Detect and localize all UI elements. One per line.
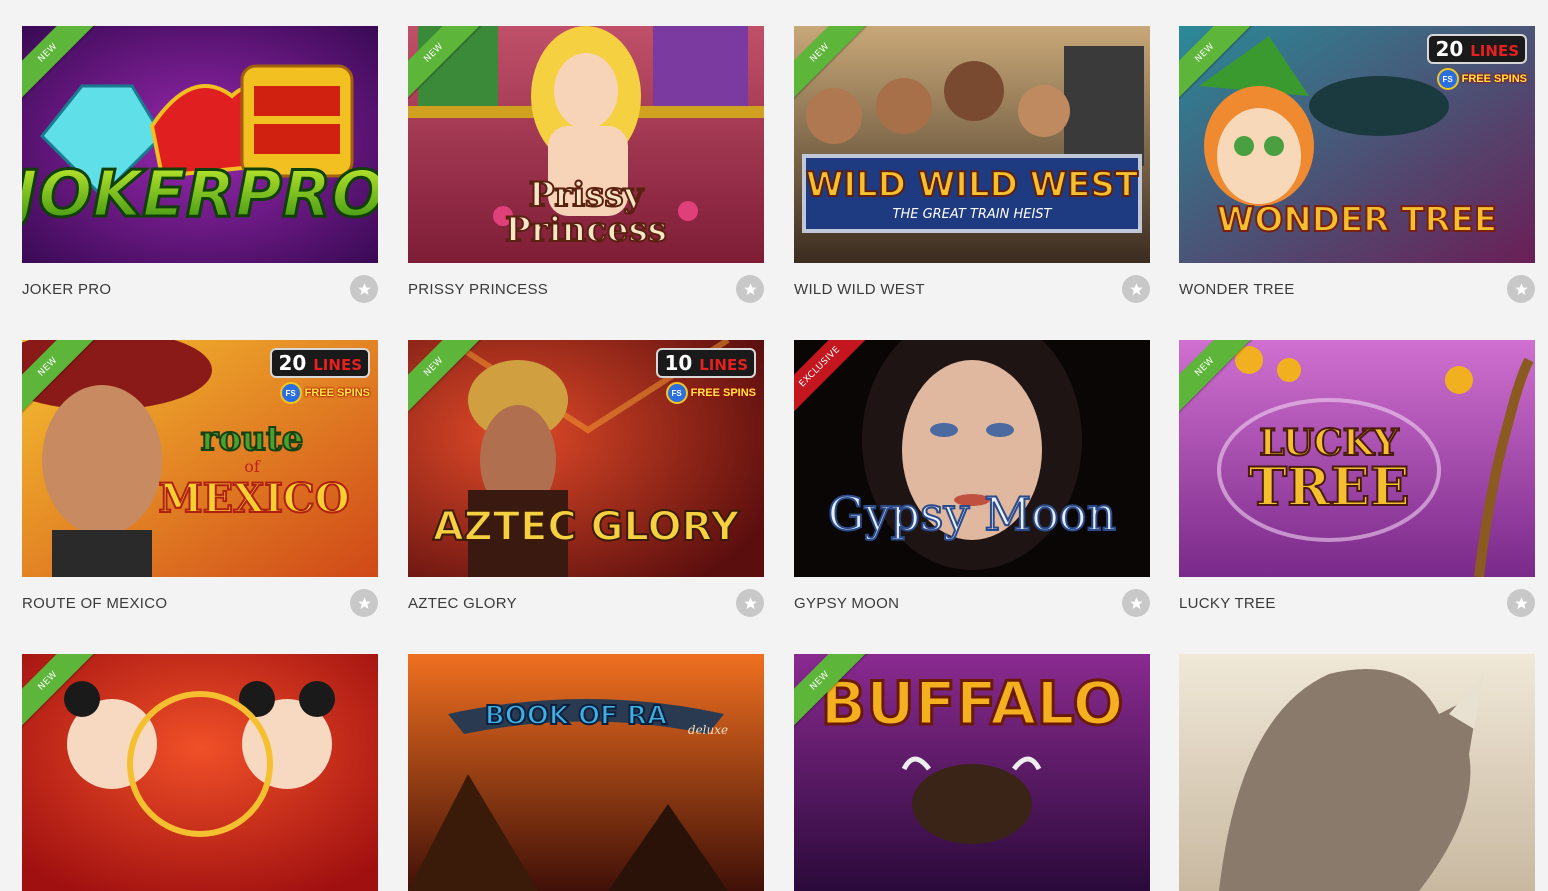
game-thumbnail[interactable] bbox=[1179, 654, 1535, 891]
svg-text:AZTEC GLORY: AZTEC GLORY bbox=[433, 504, 740, 550]
game-grid: JOKERPRO NEW JOKER PRO Prissy Princess N… bbox=[0, 0, 1548, 891]
game-title[interactable]: WONDER TREE bbox=[1179, 281, 1295, 298]
favorite-button[interactable] bbox=[1507, 589, 1535, 617]
game-title[interactable]: ROUTE OF MEXICO bbox=[22, 595, 167, 612]
game-title[interactable]: JOKER PRO bbox=[22, 281, 111, 298]
lucky-tree-art: LUCKY TREE bbox=[1179, 340, 1535, 577]
game-title[interactable]: GYPSY MOON bbox=[794, 595, 899, 612]
favorite-button[interactable] bbox=[1122, 589, 1150, 617]
favorite-button[interactable] bbox=[736, 589, 764, 617]
game-card-joker-pro[interactable]: JOKERPRO NEW JOKER PRO bbox=[22, 26, 378, 311]
game-thumbnail[interactable]: WONDER TREE 20 LINES FS FREE SPINS NEW bbox=[1179, 26, 1535, 263]
svg-text:Princess: Princess bbox=[505, 210, 667, 250]
game-card-wild-wild-west[interactable]: WILD WILD WEST THE GREAT TRAIN HEIST NEW… bbox=[794, 26, 1150, 311]
rhino-art bbox=[1179, 654, 1535, 891]
game-card-route-of-mexico[interactable]: route of MEXICO 20 LINES FS FREE SPINS NE… bbox=[22, 340, 378, 625]
game-title[interactable]: PRISSY PRINCESS bbox=[408, 281, 548, 298]
favorite-button[interactable] bbox=[1507, 275, 1535, 303]
game-title[interactable]: WILD WILD WEST bbox=[794, 281, 925, 298]
logo-text: JOKERPRO bbox=[22, 158, 378, 232]
svg-text:Prissy: Prissy bbox=[529, 175, 645, 215]
game-thumbnail[interactable]: JOKERPRO NEW bbox=[22, 26, 378, 263]
wild-wild-west-art: WILD WILD WEST THE GREAT TRAIN HEIST bbox=[794, 26, 1150, 263]
game-thumbnail[interactable]: Prissy Princess NEW bbox=[408, 26, 764, 263]
game-card-wonder-tree[interactable]: WONDER TREE 20 LINES FS FREE SPINS NEW WO… bbox=[1179, 26, 1535, 311]
book-of-ra-art: BOOK OF RA deluxe bbox=[408, 654, 764, 891]
game-title[interactable]: LUCKY TREE bbox=[1179, 595, 1276, 612]
game-thumbnail[interactable]: AZTEC GLORY 10 LINES FS FREE SPINS NEW bbox=[408, 340, 764, 577]
game-card-lucky-tree[interactable]: LUCKY TREE NEW LUCKY TREE bbox=[1179, 340, 1535, 625]
star-icon bbox=[357, 282, 371, 295]
gypsy-moon-art: Gypsy Moon bbox=[794, 340, 1150, 577]
svg-text:Gypsy Moon: Gypsy Moon bbox=[828, 487, 1117, 541]
game-title[interactable]: AZTEC GLORY bbox=[408, 595, 517, 612]
svg-text:MEXICO: MEXICO bbox=[158, 475, 349, 522]
svg-text:BUFFALO: BUFFALO bbox=[820, 669, 1123, 739]
svg-text:TREE: TREE bbox=[1248, 457, 1409, 518]
favorite-button[interactable] bbox=[1122, 275, 1150, 303]
game-card-rhino[interactable] bbox=[1179, 654, 1535, 891]
star-icon bbox=[357, 596, 371, 609]
star-icon bbox=[1514, 282, 1528, 295]
game-thumbnail[interactable]: BUFFALO NEW bbox=[794, 654, 1150, 891]
svg-text:deluxe: deluxe bbox=[688, 723, 728, 737]
star-icon bbox=[743, 596, 757, 609]
buffalo-art: BUFFALO bbox=[794, 654, 1150, 891]
star-icon bbox=[1129, 282, 1143, 295]
svg-text:of: of bbox=[244, 457, 261, 476]
game-thumbnail[interactable]: BOOK OF RA deluxe bbox=[408, 654, 764, 891]
favorite-button[interactable] bbox=[350, 275, 378, 303]
game-thumbnail[interactable]: route of MEXICO 20 LINES FS FREE SPINS NE… bbox=[22, 340, 378, 577]
game-card-prissy-princess[interactable]: Prissy Princess NEW PRISSY PRINCESS bbox=[408, 26, 764, 311]
asian-children-art bbox=[22, 654, 378, 891]
game-thumbnail[interactable]: WILD WILD WEST THE GREAT TRAIN HEIST NEW bbox=[794, 26, 1150, 263]
game-card-asian-children[interactable]: NEW bbox=[22, 654, 378, 891]
star-icon bbox=[1129, 596, 1143, 609]
joker-pro-art: JOKERPRO bbox=[22, 26, 378, 263]
game-thumbnail[interactable]: NEW bbox=[22, 654, 378, 891]
lines-badge: 20 LINES FS FREE SPINS bbox=[270, 348, 370, 404]
star-icon bbox=[1514, 596, 1528, 609]
game-card-aztec-glory[interactable]: AZTEC GLORY 10 LINES FS FREE SPINS NEW AZ… bbox=[408, 340, 764, 625]
game-card-book-of-ra[interactable]: BOOK OF RA deluxe bbox=[408, 654, 764, 891]
game-thumbnail[interactable]: Gypsy Moon EXCLUSIVE bbox=[794, 340, 1150, 577]
svg-text:route: route bbox=[201, 419, 304, 459]
svg-text:WILD WILD WEST: WILD WILD WEST bbox=[806, 165, 1139, 205]
svg-text:BOOK OF RA: BOOK OF RA bbox=[485, 701, 667, 731]
prissy-princess-art: Prissy Princess bbox=[408, 26, 764, 263]
star-icon bbox=[743, 282, 757, 295]
svg-text:WONDER TREE: WONDER TREE bbox=[1217, 200, 1497, 240]
game-thumbnail[interactable]: LUCKY TREE NEW bbox=[1179, 340, 1535, 577]
svg-text:THE GREAT TRAIN HEIST: THE GREAT TRAIN HEIST bbox=[893, 207, 1053, 222]
favorite-button[interactable] bbox=[736, 275, 764, 303]
favorite-button[interactable] bbox=[350, 589, 378, 617]
lines-badge: 10 LINES FS FREE SPINS bbox=[656, 348, 756, 404]
game-card-gypsy-moon[interactable]: Gypsy Moon EXCLUSIVE GYPSY MOON bbox=[794, 340, 1150, 625]
lines-badge: 20 LINES FS FREE SPINS bbox=[1427, 34, 1527, 90]
game-card-buffalo[interactable]: BUFFALO NEW bbox=[794, 654, 1150, 891]
